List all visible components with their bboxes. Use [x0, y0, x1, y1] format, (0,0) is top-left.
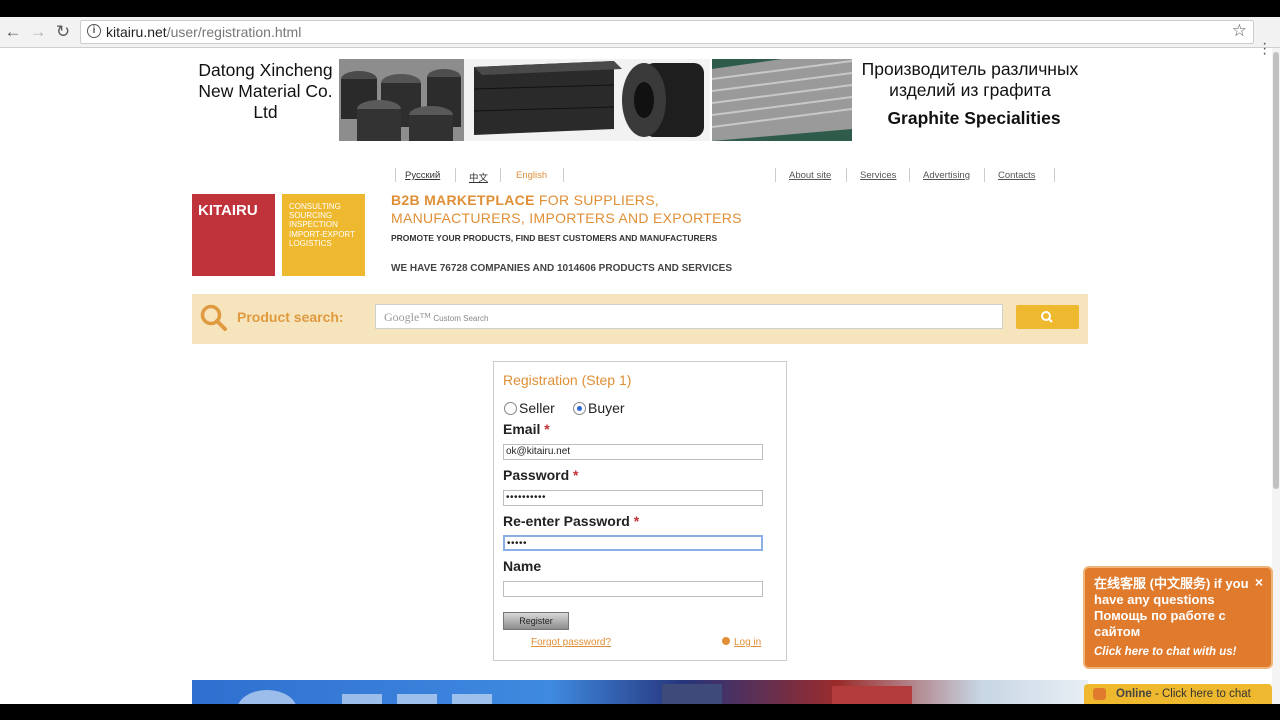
service-item: SOURCING: [289, 211, 333, 221]
services-link[interactable]: Services: [860, 170, 896, 181]
password-field[interactable]: ••••••••••: [503, 490, 763, 506]
reenter-label-text: Re-enter Password: [503, 513, 630, 529]
graphite-electrodes-photo[interactable]: [464, 59, 710, 141]
buyer-label: Buyer: [588, 400, 625, 416]
chat-status: Online: [1116, 688, 1152, 700]
register-button[interactable]: Register: [503, 612, 569, 630]
reload-icon[interactable]: ↻: [52, 21, 74, 43]
required-mark: *: [633, 513, 640, 529]
login-icon: [722, 637, 730, 645]
about-site-link[interactable]: About site: [789, 170, 831, 181]
lang-russian-link[interactable]: Русский: [405, 170, 440, 181]
divider: [775, 168, 776, 182]
divider: [846, 168, 847, 182]
banner-russian-text[interactable]: Производитель различных изделий из графи…: [852, 59, 1088, 101]
url-path: /user/registration.html: [166, 24, 302, 40]
chat-bar-text: - Click here to chat: [1151, 688, 1251, 700]
tagline-rest: FOR SUPPLIERS,: [534, 192, 660, 208]
tagline-line2: MANUFACTURERS, IMPORTERS AND EXPORTERS: [391, 210, 742, 226]
back-arrow-icon[interactable]: ←: [2, 21, 24, 43]
password-label: Password *: [503, 467, 578, 483]
company-count-text: WE HAVE 76728 COMPANIES AND 1014606 PROD…: [391, 263, 733, 274]
lang-chinese-link[interactable]: 中文: [469, 170, 488, 184]
divider: [455, 168, 456, 182]
service-item: LOGISTICS: [289, 238, 332, 248]
promo-text: PROMOTE YOUR PRODUCTS, FIND BEST CUSTOME…: [391, 233, 718, 243]
role-buyer-radio[interactable]: Buyer: [573, 400, 625, 416]
radio-selected-icon[interactable]: [573, 402, 586, 415]
advertising-link[interactable]: Advertising: [923, 170, 970, 181]
product-search-label: Product search:: [237, 309, 344, 325]
screen-top-bar: [0, 0, 1280, 17]
registration-form: Registration (Step 1) Seller Buyer Email…: [493, 361, 787, 661]
radio-icon[interactable]: [504, 402, 517, 415]
info-icon[interactable]: i: [87, 24, 101, 38]
divider: [395, 168, 396, 182]
url-text[interactable]: kitairu.net/user/registration.html: [106, 24, 301, 40]
tagline-highlight: B2B MARKETPLACE: [391, 192, 535, 208]
google-brand: Google™: [384, 310, 432, 324]
page-scrollbar[interactable]: [1272, 48, 1280, 704]
banner-company-name[interactable]: Datong Xincheng New Material Co. Ltd: [188, 60, 343, 123]
required-mark: *: [573, 467, 579, 483]
chat-popup[interactable]: 在线客服 (中文服务) if you have any questions По…: [1083, 566, 1273, 669]
search-placeholder: Custom Search: [433, 314, 489, 323]
divider: [984, 168, 985, 182]
login-label: Log in: [734, 637, 762, 648]
services-logo-block: CONSULTING SOURCING INSPECTION IMPORT-EX…: [282, 194, 365, 276]
screen-bottom-bar: [0, 704, 1280, 720]
forgot-password-link[interactable]: Forgot password?: [531, 637, 611, 648]
login-link[interactable]: Log in: [722, 637, 761, 648]
bottom-ad-banner[interactable]: [192, 680, 1088, 704]
name-label: Name: [503, 558, 542, 574]
email-field[interactable]: ok@kitairu.net: [503, 444, 763, 460]
scrollbar-thumb[interactable]: [1273, 52, 1279, 489]
name-field[interactable]: [503, 581, 763, 597]
chat-link[interactable]: Click here to chat with us!: [1094, 646, 1237, 658]
chat-bar[interactable]: Online - Click here to chat: [1084, 684, 1272, 704]
reenter-password-field[interactable]: •••••: [503, 535, 763, 551]
kitairu-logo[interactable]: KITAIRU: [192, 194, 275, 276]
service-item: CONSULTING: [289, 202, 341, 211]
form-title: Registration (Step 1): [503, 372, 632, 388]
reenter-password-label: Re-enter Password *: [503, 513, 639, 529]
bookmark-star-icon[interactable]: ☆: [1232, 21, 1247, 41]
magnifier-icon: [1041, 311, 1053, 323]
forward-arrow-icon[interactable]: →: [27, 21, 49, 43]
contacts-link[interactable]: Contacts: [998, 170, 1036, 181]
divider: [909, 168, 910, 182]
role-seller-radio[interactable]: Seller: [504, 400, 555, 416]
divider: [500, 168, 501, 182]
graphite-blocks-photo[interactable]: [339, 59, 464, 141]
browser-menu-icon[interactable]: · · ·: [1262, 36, 1267, 62]
browser-toolbar: ← → ↻ i kitairu.net/user/registration.ht…: [0, 17, 1280, 62]
search-icon: [200, 304, 227, 331]
seller-label: Seller: [519, 400, 555, 416]
service-item: IMPORT-EXPORT: [289, 229, 355, 239]
url-host: kitairu.net: [106, 24, 167, 40]
search-input[interactable]: Google™ Custom Search: [375, 304, 1003, 329]
product-search-bar: Product search: Google™ Custom Search: [192, 294, 1088, 344]
banner-specialty[interactable]: Graphite Specialities: [852, 108, 1096, 129]
required-mark: *: [544, 421, 550, 437]
close-icon[interactable]: ×: [1255, 574, 1263, 590]
search-button[interactable]: [1016, 305, 1079, 329]
password-label-text: Password: [503, 467, 570, 483]
site-tagline: B2B MARKETPLACE FOR SUPPLIERS, MANUFACTUR…: [391, 191, 742, 227]
service-item: INSPECTION: [289, 220, 338, 230]
divider: [563, 168, 564, 182]
chat-message: 在线客服 (中文服务) if you have any questions По…: [1094, 576, 1249, 639]
chat-bubble-icon: [1093, 688, 1106, 700]
logo-text: KITAIRU: [198, 202, 258, 219]
email-label-text: Email: [503, 421, 541, 437]
email-label: Email *: [503, 421, 550, 437]
address-bar[interactable]: i kitairu.net/user/registration.html ☆: [80, 20, 1254, 44]
divider: [1054, 168, 1055, 182]
graphite-rods-photo[interactable]: [712, 59, 852, 141]
lang-english-current: English: [516, 170, 548, 181]
